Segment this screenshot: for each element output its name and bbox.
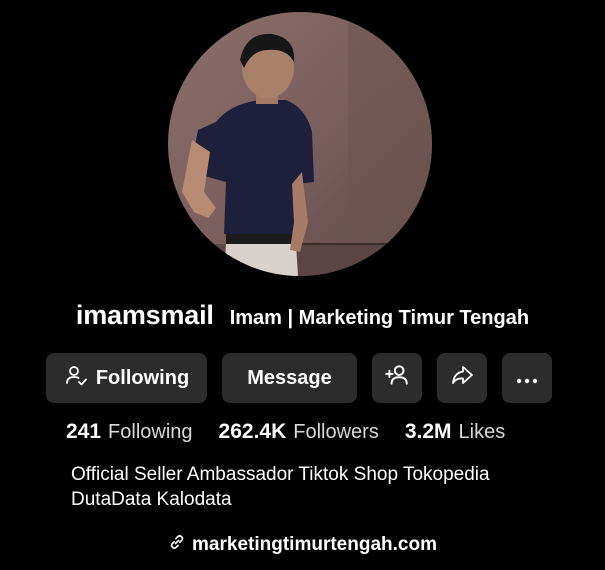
share-icon [450, 363, 474, 393]
share-button[interactable] [437, 353, 487, 403]
add-friend-button[interactable] [372, 353, 422, 403]
profile-link[interactable]: marketingtimurtengah.com [0, 533, 605, 557]
stat-followers[interactable]: 262.4K Followers [219, 420, 379, 444]
bio-line-2: DutaData Kalodata [71, 489, 232, 510]
message-button-label: Message [247, 366, 332, 389]
profile-stats: 241 Following 262.4K Followers 3.2M Like… [66, 420, 531, 448]
stat-value: 3.2M [404, 420, 452, 443]
nickname: Imam | Marketing Timur Tengah [229, 307, 530, 329]
action-bar: Following Message [46, 353, 552, 403]
more-button[interactable] [502, 353, 552, 403]
add-user-icon [384, 362, 410, 394]
following-button[interactable]: Following [46, 353, 207, 403]
stat-label: Followers [293, 421, 379, 443]
name-row: imamsmail Imam | Marketing Timur Tengah [0, 300, 605, 336]
stat-value: 262.4K [218, 420, 287, 443]
link-icon [168, 533, 186, 557]
message-button[interactable]: Message [222, 353, 357, 403]
link-text: marketingtimurtengah.com [192, 534, 437, 555]
stat-following[interactable]: 241 Following [66, 420, 193, 444]
bio: Official Seller Ambassador Tiktok Shop T… [71, 462, 571, 512]
profile-photo [168, 12, 432, 276]
bio-line-1: Official Seller Ambassador Tiktok Shop T… [71, 464, 490, 485]
stat-value: 241 [66, 420, 102, 443]
avatar[interactable] [168, 12, 432, 276]
following-button-label: Following [95, 366, 190, 389]
stat-label: Likes [458, 421, 506, 443]
username: imamsmail [75, 300, 214, 330]
more-icon [516, 367, 538, 390]
stat-likes: 3.2M Likes [405, 420, 505, 444]
stat-label: Following [108, 421, 193, 443]
following-check-user-icon [64, 363, 88, 393]
